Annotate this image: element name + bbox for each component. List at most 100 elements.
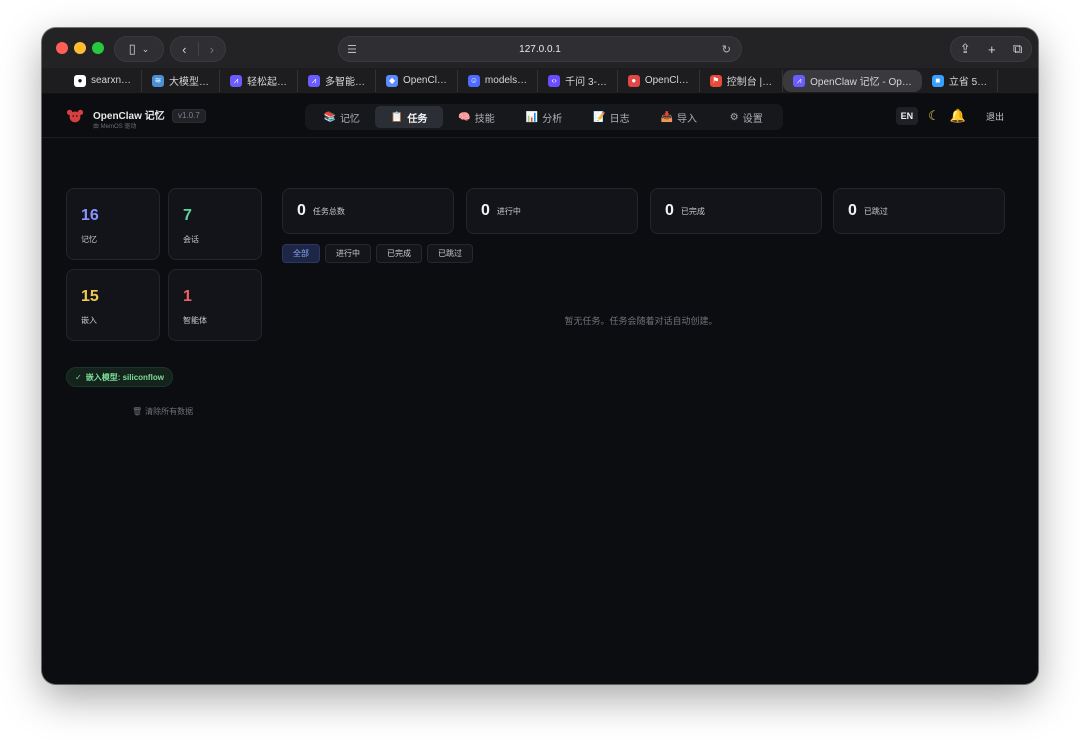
clear-data-button[interactable]: 🗑 清除所有数据 [132, 406, 193, 417]
analytics-icon: 📊 [525, 111, 539, 123]
brand-title: OpenClaw 记忆 [93, 111, 165, 122]
browser-tab-label: 轻松起… [247, 77, 288, 88]
browser-tab[interactable]: ⚑ 控制台 |… [700, 69, 784, 92]
embedding-model-badge: ✓ 嵌入模型: siliconflow [66, 367, 173, 387]
app-header: OpenClaw 记忆 由 MemOS 驱动 v1.0.7 📚 记忆 📋 任务 🧠 技能 📊… [42, 94, 1038, 138]
browser-tab-label: OpenCl… [644, 75, 689, 86]
nav-tab-import[interactable]: 📥 导入 [645, 106, 712, 128]
nav-tab-label: 记忆 [339, 113, 360, 125]
browser-tab-label: OpenCl… [403, 75, 447, 86]
reload-icon[interactable]: ↻ [722, 43, 731, 56]
language-toggle-button[interactable]: EN [895, 107, 919, 125]
check-icon: ✓ [75, 372, 82, 382]
browser-tab[interactable]: ⩘ 轻松起… [220, 69, 299, 92]
summary-value: 0 [297, 202, 306, 219]
header-actions: EN ☾ 🔔 退出 [895, 105, 1004, 127]
empty-state-message: 暂无任务。任务会随着对话自动创建。 [564, 316, 718, 326]
logs-icon: 📝 [593, 111, 606, 123]
stat-card-agents: 1 智能体 [168, 269, 262, 341]
summary-value: 0 [665, 202, 674, 219]
filter-all[interactable]: 全部 [282, 244, 320, 263]
nav-tab-settings[interactable]: ⚙ 设置 [713, 106, 780, 128]
filter-completed[interactable]: 已完成 [376, 244, 422, 263]
filter-in-progress[interactable]: 进行中 [325, 244, 371, 263]
stat-label: 智能体 [183, 316, 207, 325]
browser-tab[interactable]: ■ 立省 5… [922, 69, 999, 92]
chevron-down-icon: ⌄ [141, 43, 150, 54]
browser-tab[interactable]: ☺ models… [458, 69, 539, 92]
clear-data-label: 清除所有数据 [145, 407, 194, 416]
stat-label: 会话 [183, 235, 199, 244]
summary-card-completed: 0 已完成 [650, 188, 822, 234]
browser-tab[interactable]: ● OpenCl… [618, 69, 700, 92]
minimize-window-button[interactable] [74, 42, 86, 54]
nav-tab-logs[interactable]: 📝 日志 [578, 106, 645, 128]
maximize-window-button[interactable] [92, 42, 104, 54]
nav-tab-label: 任务 [407, 113, 428, 125]
summary-value: 0 [848, 202, 857, 219]
filter-skipped[interactable]: 已跳过 [427, 244, 473, 263]
browser-tab[interactable]: ⩘ OpenClaw 记忆 - Op… [783, 69, 922, 92]
stat-card-memories: 16 记忆 [66, 188, 160, 260]
browser-tab-label: 控制台 |… [726, 77, 773, 88]
browser-tab-label: models… [484, 75, 528, 86]
stat-card-embeddings: 15 嵌入 [66, 269, 160, 341]
nav-tab-label: 导入 [677, 113, 698, 125]
summary-label: 任务总数 [312, 206, 345, 216]
sidebar-icon: ▯ [128, 41, 136, 56]
browser-tab-label: 立省 5… [948, 77, 988, 88]
lobster-logo-icon [66, 109, 84, 123]
stat-card-sessions: 7 会话 [168, 188, 262, 260]
version-badge: v1.0.7 [172, 109, 206, 123]
layers-icon: ≋ [152, 74, 165, 87]
browser-tab[interactable]: ● searxn… [64, 69, 143, 92]
browser-tab-label: 多智能… [325, 77, 366, 88]
moon-icon[interactable]: ☾ [928, 108, 940, 124]
stat-label: 嵌入 [81, 316, 97, 325]
new-tab-icon[interactable]: + [988, 42, 996, 57]
browser-tab[interactable]: ◆ OpenCl… [376, 69, 458, 92]
brand-subtitle: 由 MemOS 驱动 [93, 124, 137, 130]
nav-tab-skills[interactable]: 🧠 技能 [443, 106, 510, 128]
settings-icon: ⚙ [729, 111, 739, 123]
browser-tab[interactable]: ‹› 千问 3-… [538, 69, 618, 92]
main-nav: 📚 记忆 📋 任务 🧠 技能 📊 分析 📝 日志 📥 导入 ⚙ 设置 [305, 104, 783, 130]
nav-tab-label: 日志 [609, 113, 630, 125]
stat-value: 7 [183, 207, 192, 224]
browser-tabbar: ● searxn… ≋ 大模型… ⩘ 轻松起… ⩘ 多智能… ◆ OpenCl… ☺ models… ‹… [42, 68, 1038, 94]
page-menu-icon[interactable]: ☰ [347, 43, 357, 56]
nav-tab-label: 设置 [742, 113, 763, 125]
tab-overview-icon[interactable]: ⧉ [1013, 41, 1022, 57]
browser-tab[interactable]: ≋ 大模型… [142, 69, 221, 92]
code-icon: ‹› [548, 74, 561, 87]
mountain-icon: ⩘ [230, 74, 243, 87]
nav-tab-tasks[interactable]: 📋 任务 [375, 106, 443, 128]
summary-label: 进行中 [496, 206, 521, 216]
nav-tab-memories[interactable]: 📚 记忆 [308, 106, 375, 128]
logout-button[interactable]: 退出 [986, 110, 1004, 123]
sidebar-toggle-button[interactable]: ▯ ⌄ [114, 36, 164, 62]
embedding-model-text: 嵌入模型: siliconflow [85, 372, 164, 382]
nav-tab-label: 技能 [474, 113, 495, 125]
browser-tab[interactable]: ⩘ 多智能… [298, 69, 377, 92]
nav-tab-label: 分析 [542, 113, 563, 125]
stat-value: 1 [183, 288, 192, 305]
stat-label: 记忆 [81, 235, 97, 244]
address-bar[interactable]: ☰ 127.0.0.1 ↻ [338, 36, 742, 62]
map-pin-icon: ⚑ [709, 74, 722, 87]
summary-card-in-progress: 0 进行中 [466, 188, 638, 234]
history-nav: ‹ › [170, 36, 226, 62]
share-icon[interactable]: ⇪ [960, 41, 971, 57]
mountain-icon: ⩘ [308, 74, 321, 87]
trash-icon: 🗑 [132, 407, 143, 416]
forward-button[interactable]: › [198, 42, 225, 57]
close-window-button[interactable] [56, 42, 68, 54]
summary-card-skipped: 0 已跳过 [833, 188, 1005, 234]
stat-value: 15 [81, 288, 99, 305]
back-button[interactable]: ‹ [171, 42, 198, 57]
bell-icon[interactable]: 🔔 [950, 108, 966, 124]
nav-tab-analytics[interactable]: 📊 分析 [510, 106, 577, 128]
tasks-icon: 📋 [390, 111, 404, 123]
import-icon: 📥 [660, 111, 674, 123]
browser-tab-label: 千问 3-… [565, 77, 607, 88]
